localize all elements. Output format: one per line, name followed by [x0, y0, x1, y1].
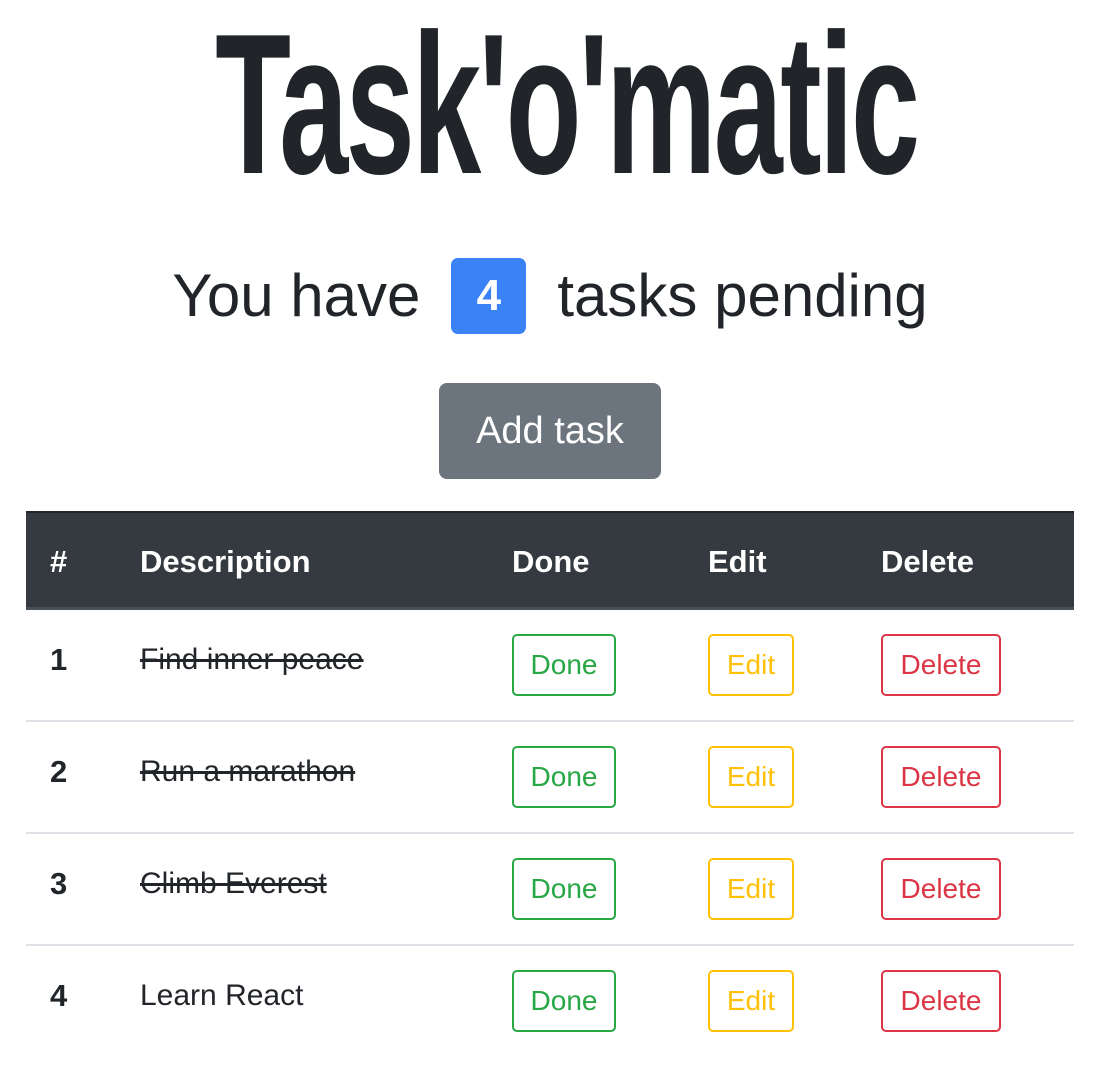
delete-button[interactable]: Delete	[881, 970, 1001, 1032]
task-description: Find inner peace	[140, 643, 364, 676]
app-title-text: Task'o'matic	[215, 0, 920, 216]
header-delete: Delete	[881, 544, 975, 579]
header-description: Description	[140, 544, 311, 579]
edit-button[interactable]: Edit	[708, 970, 794, 1032]
task-number: 1	[50, 642, 68, 677]
done-button[interactable]: Done	[512, 746, 616, 808]
add-task-button[interactable]: Add task	[439, 383, 661, 479]
table-row: 1 Find inner peace Done Edit Delete	[26, 610, 1074, 722]
table-row: 3 Climb Everest Done Edit Delete	[26, 834, 1074, 946]
pending-suffix: tasks pending	[557, 262, 928, 329]
pending-prefix: You have	[172, 262, 421, 329]
delete-button[interactable]: Delete	[881, 634, 1001, 696]
done-button[interactable]: Done	[512, 858, 616, 920]
task-description: Climb Everest	[140, 867, 327, 900]
pending-summary: You have 4 tasks pending	[0, 256, 1100, 336]
table-header: # Description Done Edit Delete	[26, 511, 1074, 610]
table-row: 2 Run a marathon Done Edit Delete	[26, 722, 1074, 834]
header-done: Done	[512, 544, 590, 579]
task-number: 3	[50, 866, 68, 901]
delete-button[interactable]: Delete	[881, 858, 1001, 920]
task-description: Learn React	[140, 979, 304, 1012]
delete-button[interactable]: Delete	[881, 746, 1001, 808]
app-title: Task'o'matic	[0, 0, 1100, 210]
edit-button[interactable]: Edit	[708, 858, 794, 920]
edit-button[interactable]: Edit	[708, 746, 794, 808]
done-button[interactable]: Done	[512, 970, 616, 1032]
task-table: # Description Done Edit Delete 1 Find in…	[26, 511, 1074, 1058]
edit-button[interactable]: Edit	[708, 634, 794, 696]
table-row: 4 Learn React Done Edit Delete	[26, 946, 1074, 1058]
header-number: #	[50, 544, 68, 579]
done-button[interactable]: Done	[512, 634, 616, 696]
task-number: 4	[50, 978, 68, 1013]
header-edit: Edit	[708, 544, 767, 579]
pending-count-badge: 4	[451, 258, 527, 334]
task-number: 2	[50, 754, 68, 789]
task-description: Run a marathon	[140, 755, 356, 788]
app-root: Task'o'matic You have 4 tasks pending Ad…	[0, 0, 1100, 1072]
